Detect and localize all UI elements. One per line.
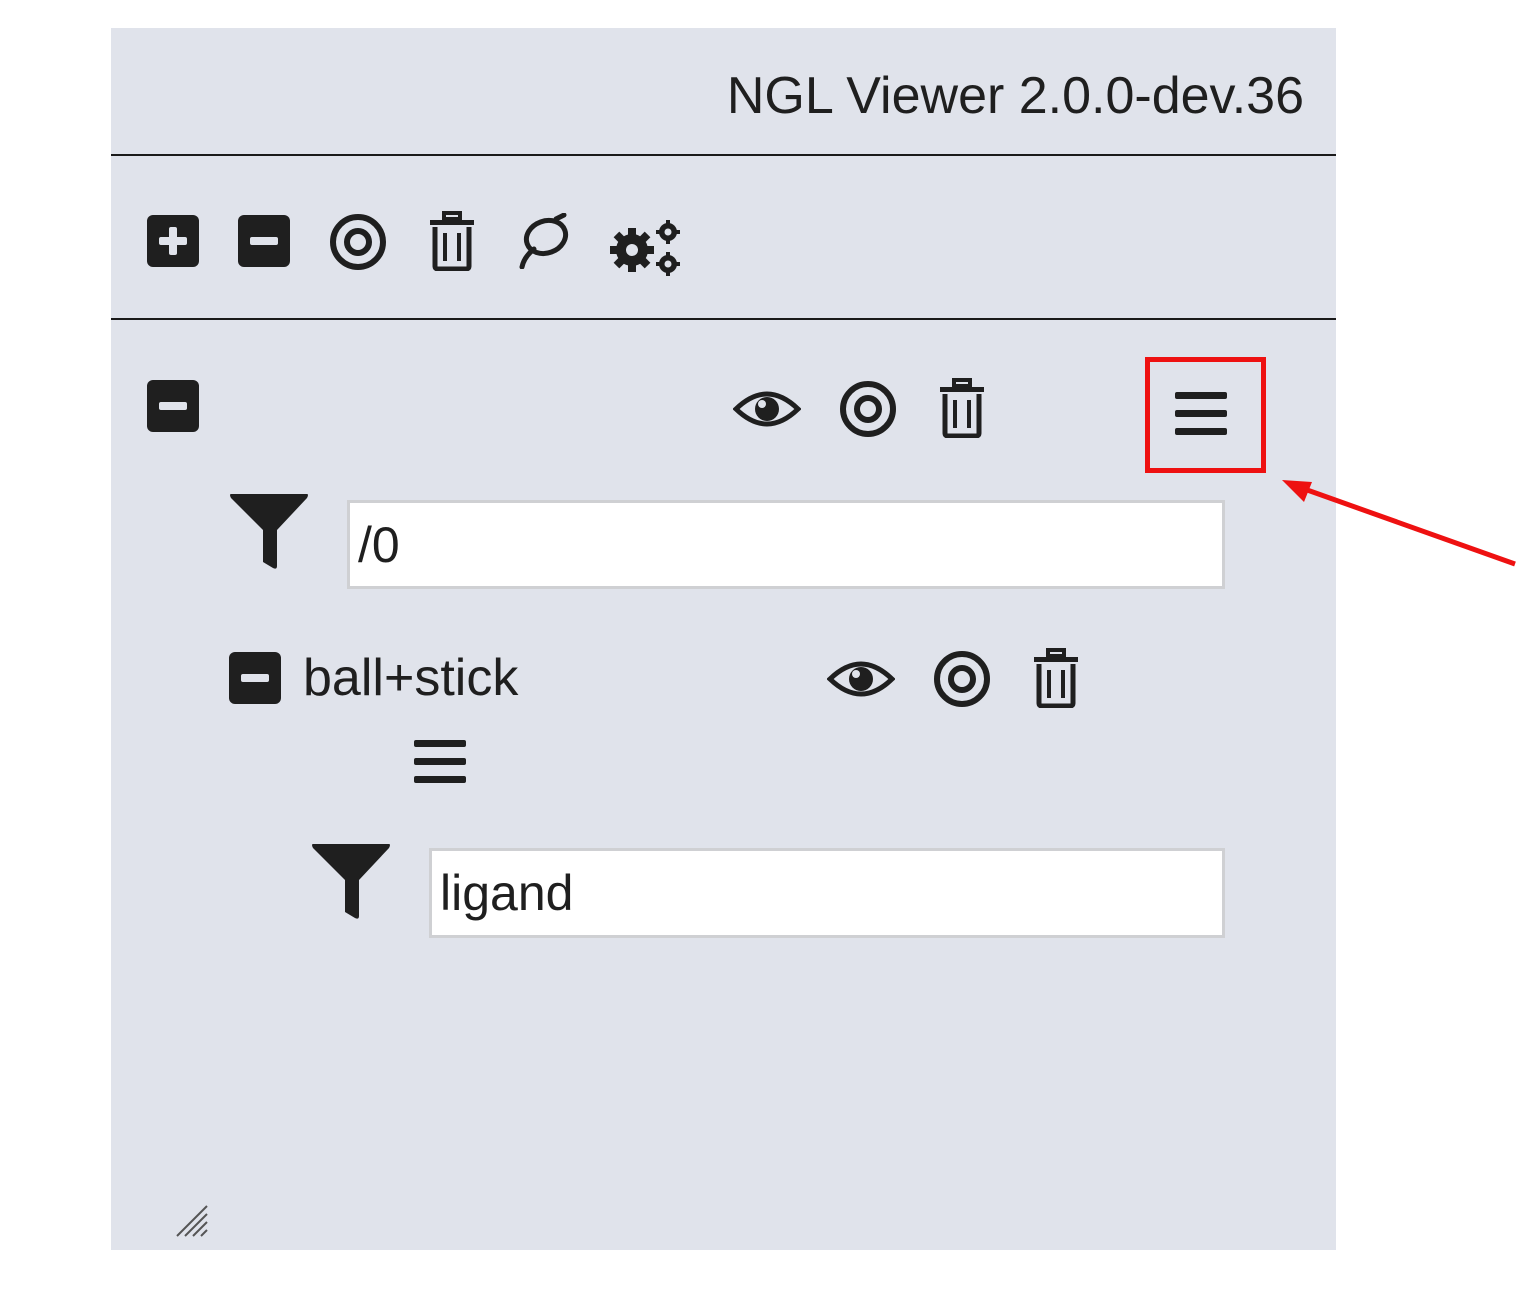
trash-icon[interactable] — [1032, 648, 1080, 708]
app-title: NGL Viewer 2.0.0-dev.36 — [726, 67, 1304, 125]
bars-icon[interactable] — [414, 740, 466, 784]
annotation-arrow — [1282, 480, 1516, 567]
minus-square-icon[interactable] — [229, 652, 281, 704]
eye-icon[interactable] — [827, 655, 895, 703]
target-icon[interactable] — [329, 213, 387, 271]
eye-icon[interactable] — [733, 385, 801, 433]
representation-filter-input[interactable] — [429, 848, 1225, 938]
plus-square-icon[interactable] — [147, 215, 199, 267]
divider — [111, 154, 1336, 156]
resize-handle-icon[interactable] — [175, 1204, 209, 1238]
filter-icon — [311, 842, 391, 920]
divider — [111, 318, 1336, 320]
target-icon[interactable] — [933, 650, 991, 708]
selection-filter-input[interactable] — [347, 500, 1225, 589]
lasso-icon[interactable] — [516, 213, 570, 269]
minus-square-icon[interactable] — [238, 215, 290, 267]
cogs-icon[interactable] — [608, 218, 684, 278]
trash-icon[interactable] — [428, 211, 476, 271]
highlight-box — [1145, 357, 1266, 473]
filter-icon — [229, 492, 309, 570]
target-icon[interactable] — [839, 380, 897, 438]
minus-square-icon[interactable] — [147, 380, 199, 432]
sidebar-panel: NGL Viewer 2.0.0-dev.36 /0 ball+stick li… — [111, 28, 1336, 1250]
representation-label: ball+stick — [303, 649, 519, 707]
trash-icon[interactable] — [938, 378, 986, 438]
